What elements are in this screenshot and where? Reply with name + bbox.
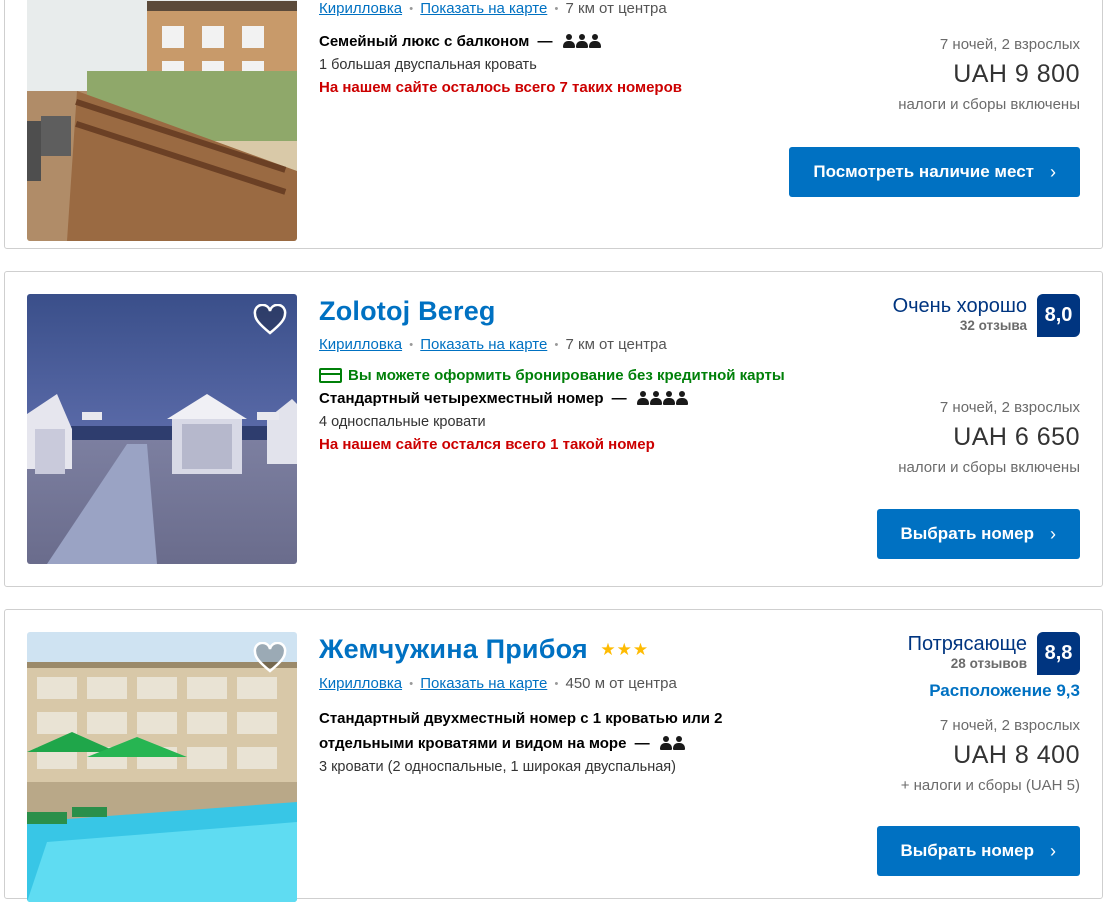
property-info: Кирилловка • Показать на карте • 7 км от… [319,0,682,100]
bed-info: 3 кровати (2 односпальные, 1 широкая дву… [319,759,676,775]
property-card: Жемчужина Прибоя ★★★ Кирилловка • Показа… [4,609,1103,902]
taxes-note: налоги и сборы включены [898,459,1080,476]
chevron-right-icon: › [1050,840,1056,861]
hotel-name-link[interactable]: Жемчужина Прибоя [319,634,588,664]
review-score-block[interactable]: Очень хорошо 32 отзыва 8,0 [893,294,1080,337]
city-link[interactable]: Кирилловка [319,0,402,17]
score-badge: 8,8 [1037,632,1080,675]
distance-text: 7 км от центра [565,0,667,17]
location-line: Кирилловка • Показать на карте • 7 км от… [319,336,785,353]
select-room-button[interactable]: Выбрать номер › [876,826,1080,876]
button-label: Выбрать номер [900,841,1034,860]
separator-dot: • [554,3,559,15]
score-word: Потрясающе [907,633,1027,655]
review-text: Очень хорошо 32 отзыва [893,294,1027,333]
review-score: Очень хорошо 32 отзыва 8,0 [893,294,1080,337]
distance-text: 7 км от центра [565,336,667,353]
price: UAH 6 650 [953,423,1080,451]
bed-info: 1 большая двуспальная кровать [319,57,537,73]
room-name: Семейный люкс с балконом — [319,29,682,54]
scarcity-message: На нашем сайте осталось всего 7 таких но… [319,79,682,96]
property-info: Zolotoj Bereg Кирилловка • Показать на к… [319,296,785,457]
separator-dot: • [554,678,559,690]
location-line: Кирилловка • Показать на карте • 450 м о… [319,675,759,692]
check-availability-button[interactable]: Посмотреть наличие мест › [789,147,1080,197]
separator-dot: • [554,339,559,351]
property-photo[interactable] [27,294,297,564]
scarcity-message: На нашем сайте остался всего 1 такой ном… [319,436,655,453]
review-score: Потрясающе 28 отзывов 8,8 [908,632,1080,675]
no-credit-card-text: Вы можете оформить бронирование без кред… [348,367,785,384]
person-icon [675,391,688,405]
room-dash: — [611,390,627,407]
person-icon [662,391,675,405]
price-block: 7 ночей, 2 взрослых UAH 9 800 налоги и с… [898,36,1080,113]
taxes-note: налоги и сборы включены [898,96,1080,113]
button-label: Выбрать номер [900,524,1034,543]
separator-dot: • [409,3,414,15]
stay-details: 7 ночей, 2 взрослых [939,717,1080,734]
room-name-text: Стандартный четырехместный номер [319,390,604,407]
show-on-map-link[interactable]: Показать на карте [420,0,547,17]
stay-details: 7 ночей, 2 взрослых [939,36,1080,53]
credit-card-icon [319,368,342,383]
property-info: Жемчужина Прибоя ★★★ Кирилловка • Показа… [319,634,759,778]
person-icon [562,34,575,48]
separator-dot: • [409,678,414,690]
show-on-map-link[interactable]: Показать на карте [420,675,547,692]
guest-count [636,391,688,405]
room-name: Стандартный двухместный номер с 1 кроват… [319,706,759,756]
favorite-heart-icon[interactable] [253,642,287,674]
taxes-note: + налоги и сборы (UAH 5) [900,777,1080,794]
separator-dot: • [409,339,414,351]
no-credit-card-message: Вы можете оформить бронирование без кред… [319,367,785,384]
show-on-map-link[interactable]: Показать на карте [420,336,547,353]
room-dash: — [634,735,650,752]
hotel-name-link[interactable]: Zolotoj Bereg [319,296,785,327]
city-link[interactable]: Кирилловка [319,675,402,692]
property-photo[interactable] [27,632,297,902]
review-count: 28 отзывов [950,656,1027,671]
bed-info: 4 односпальные кровати [319,414,486,430]
price: UAH 8 400 [953,741,1080,769]
person-icon [659,736,672,750]
room-name-text: Семейный люкс с балконом [319,33,530,50]
location-line: Кирилловка • Показать на карте • 7 км от… [319,0,682,17]
guest-count [562,34,601,48]
chevron-right-icon: › [1050,523,1056,544]
price-block: 7 ночей, 2 взрослых UAH 8 400 + налоги и… [901,717,1080,794]
room-name: Стандартный четырехместный номер — [319,386,785,411]
chevron-right-icon: › [1050,161,1056,182]
person-icon [672,736,685,750]
property-card: Zolotoj Bereg Кирилловка • Показать на к… [4,271,1103,587]
price: UAH 9 800 [953,60,1080,88]
distance-text: 450 м от центра [565,675,677,692]
review-count: 32 отзыва [959,318,1027,333]
hotel-title: Жемчужина Прибоя ★★★ [319,634,759,665]
review-text: Потрясающе 28 отзывов [908,632,1027,671]
stay-details: 7 ночей, 2 взрослых [939,399,1080,416]
select-room-button[interactable]: Выбрать номер › [876,509,1080,559]
price-block: 7 ночей, 2 взрослых UAH 6 650 налоги и с… [898,399,1080,476]
button-label: Посмотреть наличие мест [813,162,1034,181]
person-icon [649,391,662,405]
city-link[interactable]: Кирилловка [319,336,402,353]
person-icon [575,34,588,48]
review-score-block[interactable]: Потрясающе 28 отзывов 8,8 Расположение 9… [908,632,1080,701]
person-icon [636,391,649,405]
score-badge: 8,0 [1037,294,1080,337]
property-photo[interactable] [27,0,297,241]
person-icon [588,34,601,48]
guest-count [659,736,685,750]
room-dash: — [537,33,553,50]
star-rating: ★★★ [600,640,650,659]
property-card: Кирилловка • Показать на карте • 7 км от… [4,0,1103,249]
score-word: Очень хорошо [892,295,1027,317]
favorite-heart-icon[interactable] [253,304,287,336]
location-score: Расположение 9,3 [929,681,1080,700]
